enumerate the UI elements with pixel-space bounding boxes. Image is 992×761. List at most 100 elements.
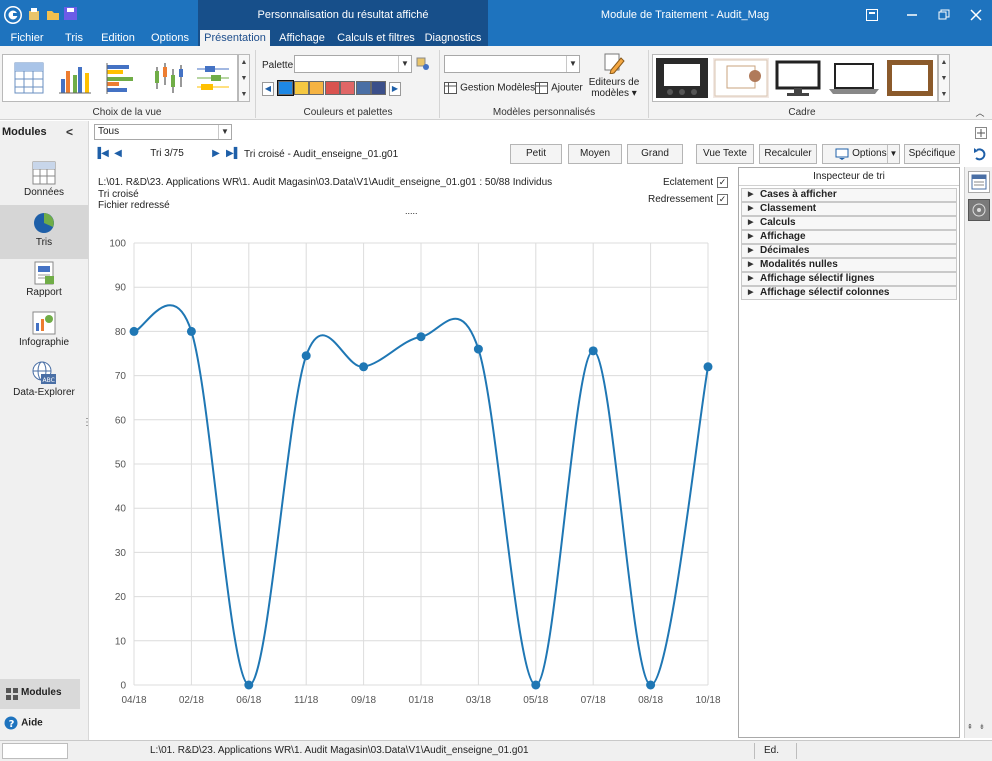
gestion-modeles-button[interactable]: Gestion Modèles bbox=[444, 82, 535, 96]
laptop-frame-thumb[interactable] bbox=[827, 58, 881, 98]
app-logo-icon[interactable] bbox=[4, 6, 22, 24]
grand-button[interactable]: Grand bbox=[627, 144, 683, 164]
quick-save-icon[interactable] bbox=[64, 7, 77, 20]
prev-tri-icon[interactable]: ◀ bbox=[112, 147, 124, 161]
sidebar-item-donnees[interactable]: Données bbox=[0, 155, 88, 209]
tab-presentation[interactable]: Présentation bbox=[200, 30, 270, 46]
scroll-down-icon[interactable]: ▼ bbox=[239, 71, 249, 87]
recalculer-button[interactable]: Recalculer bbox=[759, 144, 817, 164]
tab-diagnostics[interactable]: Diagnostics bbox=[424, 30, 482, 46]
quick-new-icon[interactable] bbox=[28, 7, 40, 21]
sidebar-item-data-explorer[interactable]: ABC Data-Explorer bbox=[0, 355, 88, 409]
inspector-panel-icon[interactable] bbox=[968, 171, 990, 193]
eclatement-checkbox[interactable]: ✓ bbox=[717, 177, 728, 188]
color-swatch[interactable] bbox=[293, 81, 309, 95]
inspector-section-cases[interactable]: ▶ Cases à afficher bbox=[741, 188, 957, 202]
inspector-section-selectif-colonnes[interactable]: ▶ Affichage sélectif colonnes bbox=[741, 286, 957, 300]
bar-chart-icon[interactable] bbox=[99, 57, 143, 99]
data-point[interactable] bbox=[129, 326, 139, 336]
gallery-expand-icon[interactable]: ▼ bbox=[239, 87, 249, 103]
data-point[interactable] bbox=[244, 680, 254, 690]
tab-affichage[interactable]: Affichage bbox=[276, 30, 328, 46]
sidebar-item-tris[interactable]: Tris bbox=[0, 205, 88, 259]
palette-next-icon[interactable]: ▶ bbox=[389, 82, 401, 96]
undo-icon[interactable] bbox=[972, 147, 988, 161]
tab-tris[interactable]: Tris bbox=[58, 30, 90, 46]
redressement-checkbox[interactable]: ✓ bbox=[717, 194, 728, 205]
drag-handle-dots[interactable]: ..... bbox=[405, 206, 418, 216]
model-select[interactable]: ▼ bbox=[444, 55, 580, 73]
collapse-sidebar-icon[interactable]: < bbox=[66, 125, 73, 139]
last-tri-icon[interactable]: ▶▌ bbox=[226, 147, 241, 161]
gallery-expand-icon[interactable]: ▼ bbox=[939, 87, 949, 103]
help-button[interactable]: ? Aide bbox=[4, 716, 43, 732]
quick-open-icon[interactable] bbox=[46, 7, 60, 21]
stock-chart-icon[interactable] bbox=[145, 57, 189, 99]
ajouter-button[interactable]: Ajouter bbox=[535, 82, 583, 96]
vue-texte-button[interactable]: Vue Texte bbox=[696, 144, 754, 164]
sidebar-splitter-handle[interactable]: ⋮ bbox=[82, 418, 92, 428]
ribbon-collapse-icon[interactable]: ︿ bbox=[974, 106, 986, 118]
tab-options[interactable]: Options bbox=[146, 30, 194, 46]
editeurs-modeles-button[interactable]: Editeurs de modèles ▾ bbox=[588, 52, 640, 106]
color-swatch[interactable] bbox=[324, 81, 340, 95]
cadre-gallery[interactable] bbox=[652, 54, 938, 102]
data-point[interactable] bbox=[186, 326, 196, 336]
inspector-section-classement[interactable]: ▶ Classement bbox=[741, 202, 957, 216]
modules-footer-button[interactable]: Modules bbox=[0, 679, 80, 709]
close-icon[interactable] bbox=[956, 0, 992, 30]
tab-fichier[interactable]: Fichier bbox=[4, 30, 50, 46]
photo-frame-thumb[interactable] bbox=[713, 58, 769, 98]
scroll-down-icon[interactable]: ⇟ bbox=[979, 723, 989, 733]
panel-toggle-icon[interactable] bbox=[975, 127, 987, 139]
data-point[interactable] bbox=[473, 344, 483, 354]
palette-settings-icon[interactable] bbox=[416, 57, 430, 71]
range-chart-icon[interactable] bbox=[191, 57, 235, 99]
palette-prev-icon[interactable]: ◀ bbox=[262, 82, 274, 96]
status-input[interactable] bbox=[2, 743, 68, 759]
data-point[interactable] bbox=[359, 362, 369, 372]
ribbon-display-icon[interactable] bbox=[852, 0, 892, 30]
color-swatch[interactable] bbox=[340, 81, 355, 95]
inspector-section-modalites[interactable]: ▶ Modalités nulles bbox=[741, 258, 957, 272]
inspector-section-decimales[interactable]: ▶ Décimales bbox=[741, 244, 957, 258]
filter-select[interactable]: Tous ▼ bbox=[94, 124, 232, 140]
inspector-section-selectif-lignes[interactable]: ▶ Affichage sélectif lignes bbox=[741, 272, 957, 286]
color-swatch[interactable] bbox=[355, 81, 371, 95]
view-gallery-scroll[interactable]: ▲ ▼ ▼ bbox=[238, 54, 250, 102]
ornate-frame-thumb[interactable] bbox=[885, 58, 935, 98]
scroll-down-icon[interactable]: ▼ bbox=[939, 71, 949, 87]
moyen-button[interactable]: Moyen bbox=[568, 144, 622, 164]
view-gallery[interactable] bbox=[2, 54, 238, 102]
data-point[interactable] bbox=[646, 680, 656, 690]
tab-calculs-filtres[interactable]: Calculs et filtres bbox=[336, 30, 416, 46]
scroll-up-icon[interactable]: ▲ bbox=[239, 55, 249, 71]
data-point[interactable] bbox=[416, 332, 426, 342]
column-chart-icon[interactable] bbox=[53, 57, 97, 99]
first-tri-icon[interactable]: ▐◀ bbox=[94, 147, 109, 161]
data-point[interactable] bbox=[588, 346, 598, 356]
texture-panel-icon[interactable] bbox=[968, 199, 990, 221]
petit-button[interactable]: Petit bbox=[510, 144, 562, 164]
scroll-up-icon[interactable]: ⇞ bbox=[967, 723, 977, 733]
monitor-frame-thumb[interactable] bbox=[773, 58, 823, 98]
sidebar-item-rapport[interactable]: Rapport bbox=[0, 255, 88, 309]
options-button[interactable]: Options ▼ bbox=[822, 144, 900, 164]
next-tri-icon[interactable]: ▶ bbox=[210, 147, 222, 161]
specifique-button[interactable]: Spécifique bbox=[904, 144, 960, 164]
color-swatch[interactable] bbox=[309, 81, 324, 95]
data-point[interactable] bbox=[703, 362, 713, 372]
color-swatch[interactable] bbox=[277, 80, 294, 96]
table-view-icon[interactable] bbox=[7, 57, 51, 99]
palette-select[interactable]: ▼ bbox=[294, 55, 412, 73]
sidebar-item-infographie[interactable]: Infographie bbox=[0, 305, 88, 359]
cadre-gallery-scroll[interactable]: ▲ ▼ ▼ bbox=[938, 54, 950, 102]
cinema-frame-thumb[interactable] bbox=[656, 58, 708, 98]
scroll-up-icon[interactable]: ▲ bbox=[939, 55, 949, 71]
inspector-section-calculs[interactable]: ▶ Calculs bbox=[741, 216, 957, 230]
data-point[interactable] bbox=[531, 680, 541, 690]
data-point[interactable] bbox=[301, 351, 311, 361]
inspector-section-affichage[interactable]: ▶ Affichage bbox=[741, 230, 957, 244]
color-swatch[interactable] bbox=[371, 81, 386, 95]
tab-edition[interactable]: Edition bbox=[96, 30, 140, 46]
